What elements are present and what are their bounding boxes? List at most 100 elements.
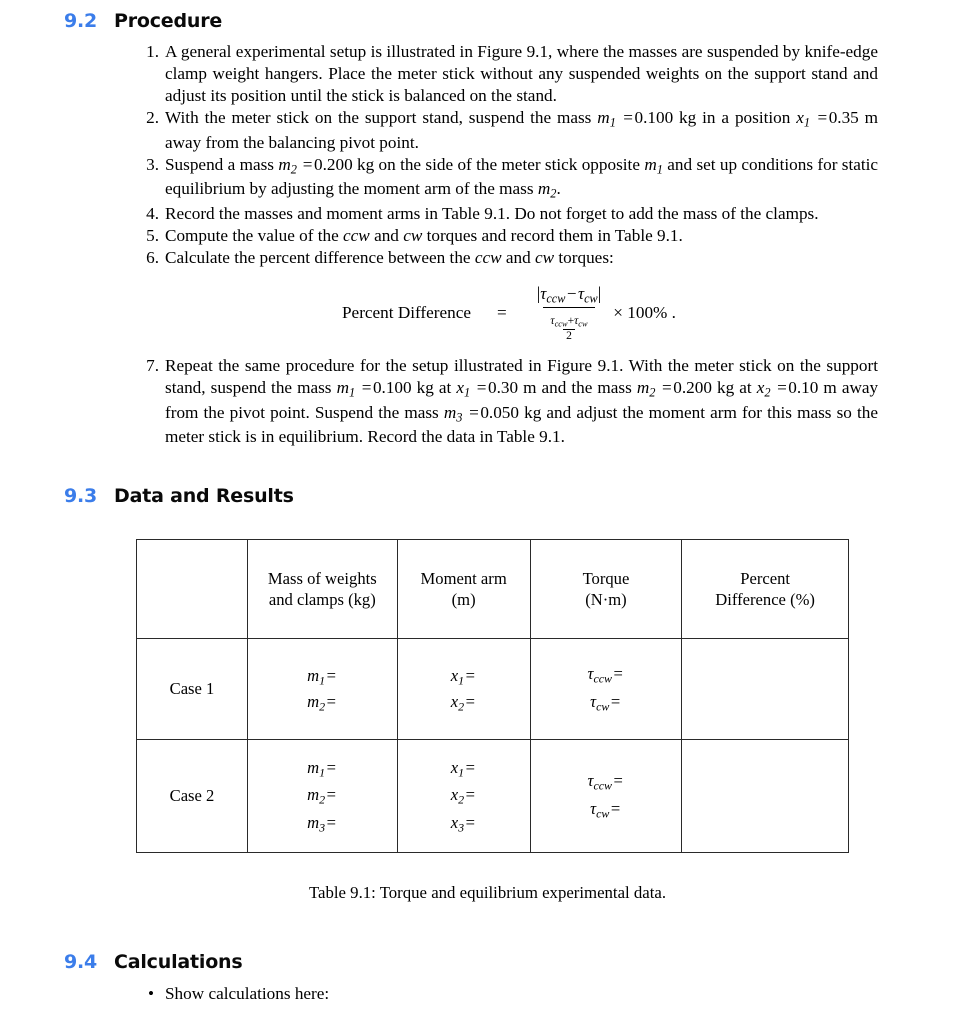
equals-sign: = [361, 378, 372, 398]
math-m3: m3 [443, 402, 463, 425]
step-text-part: 0.100 kg in a position [634, 108, 791, 128]
entry-line: τccw= [587, 771, 623, 793]
math-m1: m1 [597, 108, 616, 130]
section-heading-data-results: 9.3 Data and Results [0, 485, 975, 507]
bullet-icon: • [147, 984, 155, 1004]
step-text-part: 0.100 kg at [372, 378, 452, 398]
math-x2: x2 [756, 378, 771, 400]
entry-stack: x1= x2= [398, 663, 530, 716]
procedure-step-5: 5. Compute the value of the ccw and cw t… [137, 225, 878, 247]
entry-stack: τccw= τcw= [531, 768, 682, 823]
entry-line: τccw= [587, 664, 623, 686]
case1-percent-cell[interactable] [681, 638, 849, 741]
section-title: Procedure [114, 10, 223, 32]
formula-fraction: |τccw−τcw| τccw+τcw 2 [533, 283, 606, 343]
section-number: 9.4 [64, 951, 98, 974]
step-text-part: 0.200 kg on the side of the meter stick … [313, 154, 640, 174]
step-text-part: torques: [558, 247, 614, 267]
calculations-list-container: • Show calculations here: [137, 983, 975, 1005]
step-text-part: Suspend a mass [165, 154, 274, 174]
abs-bar-close: | [597, 282, 602, 303]
entry-line: τcw= [590, 799, 621, 821]
step-text-part: 0.30 m and the mass [487, 378, 632, 398]
entry-line: x1= [450, 665, 475, 687]
case1-mass-cell[interactable]: m1= m2= [246, 638, 398, 741]
step-text: With the meter stick on the support stan… [165, 108, 878, 151]
step-marker: 4. [146, 203, 159, 223]
step-marker: 2. [146, 108, 159, 128]
header-line: (N·m) [585, 590, 627, 610]
math-m2: m2 [278, 154, 297, 177]
calculations-item-label: Show calculations here: [165, 984, 330, 1004]
entry-line: m3= [307, 812, 336, 835]
case-label: Case 1 [136, 638, 248, 741]
step-marker: 3. [146, 154, 159, 174]
term-cw: cw [535, 247, 555, 267]
step-text: Compute the value of the ccw and cw torq… [165, 226, 683, 245]
table-header-row: Mass of weights and clamps (kg) Moment a… [136, 539, 849, 640]
case2-mass-cell[interactable]: m1= m2= m3= [246, 739, 398, 854]
term-ccw: ccw [343, 225, 370, 245]
header-line: Moment arm [420, 568, 507, 588]
step-text-part: and [505, 247, 531, 267]
case2-torque-cell[interactable]: τccw= τcw= [529, 739, 683, 854]
formula-numerator: |τccw−τcw| [536, 282, 602, 306]
table-row: Case 2 m1= m2= m3= x1= x2= x3= τccw= τcw… [136, 739, 849, 854]
math-x1: x1 [796, 108, 811, 130]
formula-tail: × 100% . [613, 302, 676, 322]
inner-denominator: 2 [563, 328, 575, 343]
header-mass: Mass of weights and clamps (kg) [246, 539, 398, 640]
procedure-step-4: 4. Record the masses and moment arms in … [137, 203, 878, 225]
entry-stack: τccw= τcw= [531, 661, 682, 716]
header-line: Torque [582, 568, 630, 588]
procedure-list: 1. A general experimental setup is illus… [137, 41, 878, 269]
section-number: 9.2 [64, 10, 98, 32]
equals-sign: = [469, 402, 479, 422]
case-label: Case 2 [136, 739, 248, 854]
math-m2: m2 [636, 378, 656, 400]
case1-torque-cell[interactable]: τccw= τcw= [529, 638, 683, 741]
case1-arm-cell[interactable]: x1= x2= [396, 638, 531, 741]
case2-percent-cell[interactable] [681, 739, 849, 854]
step-marker: 7. [146, 356, 159, 376]
inner-fraction: τccw+τcw 2 [547, 313, 590, 343]
header-percent-difference: Percent Difference (%) [681, 539, 849, 640]
inner-numerator: τccw+τcw [550, 313, 588, 329]
formula-label: Percent Difference [342, 302, 471, 322]
calculations-item: • Show calculations here: [137, 983, 975, 1005]
step-text-part: and [374, 225, 399, 245]
formula-denominator: τccw+τcw 2 [543, 306, 595, 343]
procedure-list-container: 1. A general experimental setup is illus… [137, 41, 878, 448]
section-heading-calculations: 9.4 Calculations [0, 951, 975, 973]
equals-sign: = [662, 378, 672, 398]
step-text-part: torques and record them in Table 9.1. [426, 225, 683, 245]
equals-sign: = [817, 108, 828, 128]
minus-sign: − [566, 283, 577, 303]
step-text: Record the masses and moment arms in Tab… [165, 203, 819, 223]
percent-difference-formula: Percent Difference = |τccw−τcw| τccw+τcw… [342, 283, 878, 343]
term-cw: cw [403, 225, 423, 245]
procedure-step-3: 3. Suspend a mass m2 =0.200 kg on the si… [137, 154, 878, 203]
entry-line: x3= [450, 812, 475, 835]
procedure-list-continued: 7. Repeat the same procedure for the set… [137, 355, 878, 448]
entry-line: m2= [307, 785, 336, 807]
header-case-column [136, 539, 248, 640]
case2-arm-cell[interactable]: x1= x2= x3= [396, 739, 531, 854]
step-text: Repeat the same procedure for the setup … [165, 356, 878, 446]
entry-line: m2= [307, 692, 336, 714]
formula-equals: = [497, 302, 507, 322]
step-marker: 6. [146, 247, 159, 267]
term-ccw: ccw [474, 247, 502, 267]
document-page: 9.2 Procedure 1. A general experimental … [0, 10, 975, 1034]
header-line: Mass of weights [267, 568, 377, 588]
header-torque: Torque (N·m) [529, 539, 683, 640]
header-moment-arm: Moment arm (m) [396, 539, 531, 640]
equals-sign: = [302, 154, 313, 174]
math-m1: m1 [644, 154, 663, 177]
procedure-step-1: 1. A general experimental setup is illus… [137, 41, 878, 107]
torque-data-table: Mass of weights and clamps (kg) Moment a… [136, 539, 849, 854]
step-text: A general experimental setup is illustra… [165, 42, 878, 106]
step-text: Calculate the percent difference between… [165, 248, 614, 267]
section-number: 9.3 [64, 485, 98, 508]
step-text-part: With the meter stick on the support stan… [165, 108, 592, 128]
